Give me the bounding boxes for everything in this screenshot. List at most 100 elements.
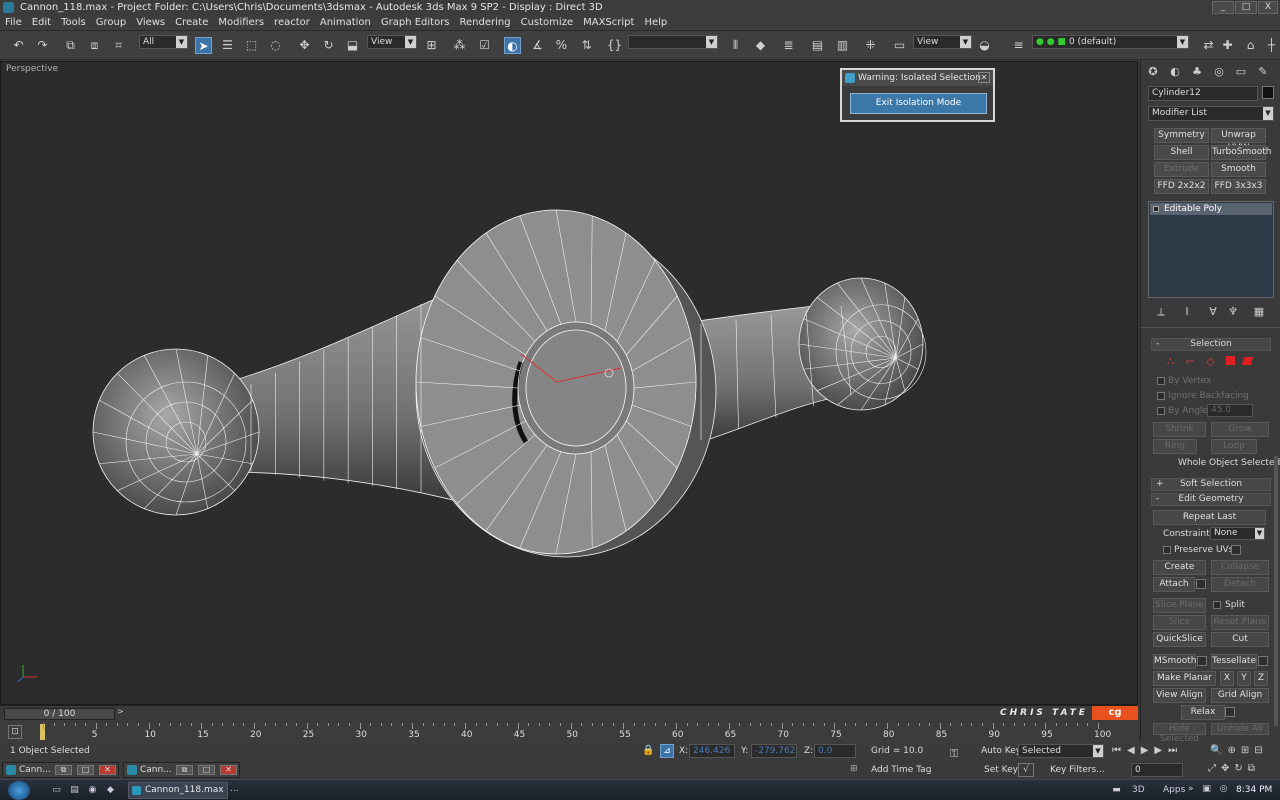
cut-button[interactable]: Cut <box>1211 632 1269 647</box>
make-unique-icon[interactable]: ∀ <box>1205 304 1221 320</box>
shrink-button[interactable]: Shrink <box>1153 422 1206 437</box>
extrude-button[interactable]: Extrude <box>1154 162 1209 177</box>
menu-help[interactable]: Help <box>639 15 672 31</box>
exit-isolation-mode-button[interactable]: Exit Isolation Mode <box>850 93 987 114</box>
minimized-window-1[interactable]: Cann... ⧉ □ ✕ <box>2 762 119 778</box>
auto-key-button[interactable]: Auto Key <box>981 746 1021 756</box>
slice-plane-button[interactable]: Slice Plane <box>1153 598 1206 613</box>
preserve-uvs-checkbox[interactable] <box>1163 546 1171 554</box>
modifier-stack[interactable]: Editable Poly <box>1148 201 1274 298</box>
menu-graph-editors[interactable]: Graph Editors <box>376 15 455 31</box>
cannon-wireframe-model[interactable] <box>1 62 1137 704</box>
key-icon[interactable]: ⚿ <box>950 747 958 761</box>
menu-customize[interactable]: Customize <box>516 15 579 31</box>
layer-tools-icon[interactable]: ⌂ <box>1242 37 1259 54</box>
planar-z-button[interactable]: Z <box>1254 671 1268 686</box>
quickslice-button[interactable]: QuickSlice <box>1153 632 1206 647</box>
detach-button[interactable]: Detach <box>1211 577 1269 592</box>
viewport-nav-controls[interactable]: 🔍⊕⊞⊟ <box>1210 745 1268 756</box>
taskbar-more[interactable]: ... <box>230 784 239 794</box>
window-crossing-icon[interactable]: ◌ <box>267 37 284 54</box>
quick-render-icon[interactable]: ◒ <box>976 37 993 54</box>
time-slider[interactable]: 0 / 100 <box>4 708 115 720</box>
soft-selection-rollout-header[interactable]: + Soft Selection <box>1151 478 1271 491</box>
browser-icon[interactable]: ◉ <box>86 784 99 797</box>
split-checkbox[interactable] <box>1213 601 1221 609</box>
attach-settings-button[interactable] <box>1196 579 1206 589</box>
layer-manager-icon[interactable]: ≣ <box>780 37 797 54</box>
curve-editor-icon[interactable]: ▤ <box>809 37 826 54</box>
set-key-icon[interactable]: √ <box>1018 763 1034 777</box>
viewport-nav-controls-2[interactable]: ⤢✥↻⧉ <box>1208 763 1260 774</box>
maximize-icon[interactable]: □ <box>198 765 215 775</box>
close-icon[interactable]: ✕ <box>220 765 237 775</box>
layer-extra-icon[interactable]: ┼ <box>1263 37 1280 54</box>
menu-animation[interactable]: Animation <box>315 15 376 31</box>
restore-icon[interactable]: ⧉ <box>55 765 72 775</box>
object-name-field[interactable]: Cylinder12 <box>1148 86 1258 101</box>
menu-edit[interactable]: Edit <box>27 15 56 31</box>
schematic-view-icon[interactable]: ▥ <box>834 37 851 54</box>
undo-icon[interactable]: ↶ <box>10 37 27 54</box>
menu-tools[interactable]: Tools <box>56 15 91 31</box>
hierarchy-tab-icon[interactable]: ♣ <box>1189 64 1205 80</box>
constraints-dropdown[interactable]: None ▼ <box>1210 527 1265 540</box>
render-view-dropdown[interactable]: View ▼ <box>913 35 972 49</box>
panel-scrollbar[interactable] <box>1274 456 1278 726</box>
display-tab-icon[interactable]: ▭ <box>1233 64 1249 80</box>
grid-align-button[interactable]: Grid Align <box>1211 688 1269 703</box>
spinner-snap-icon[interactable]: ⇅ <box>578 37 595 54</box>
grow-button[interactable]: Grow <box>1211 422 1269 437</box>
object-color-swatch[interactable] <box>1262 86 1274 99</box>
configure-sets-icon[interactable]: ▦ <box>1251 304 1267 320</box>
selection-rollout-header[interactable]: - Selection <box>1151 338 1271 351</box>
menu-views[interactable]: Views <box>131 15 170 31</box>
close-button[interactable]: X <box>1258 1 1278 14</box>
rect-region-icon[interactable]: ⬚ <box>243 37 260 54</box>
tray-icons[interactable]: » ▣ ◎ <box>1188 784 1231 794</box>
taskbar-3d-label[interactable]: 3D <box>1132 785 1145 795</box>
menu-reactor[interactable]: reactor <box>269 15 315 31</box>
y-coordinate-field[interactable]: -279.762 <box>751 744 797 758</box>
select-object-icon[interactable]: ➤ <box>195 37 212 54</box>
keyboard-shortcut-icon[interactable]: ☑ <box>476 37 493 54</box>
material-editor-icon[interactable]: ⁜ <box>862 37 879 54</box>
modify-tab-icon[interactable]: ◐ <box>1167 64 1183 80</box>
relax-settings-button[interactable] <box>1225 707 1235 717</box>
absolute-mode-icon[interactable]: ⊿ <box>660 744 674 758</box>
edit-geometry-rollout-header[interactable]: - Edit Geometry <box>1151 493 1271 506</box>
explorer-icon[interactable]: ▤ <box>68 784 81 797</box>
move-icon[interactable]: ✥ <box>296 37 313 54</box>
preserve-uvs-settings-button[interactable] <box>1231 545 1241 555</box>
pin-stack-icon[interactable]: ⟂ <box>1153 304 1169 320</box>
redo-icon[interactable]: ↷ <box>34 37 51 54</box>
angle-spinner[interactable]: 45.0 <box>1207 404 1253 417</box>
ring-button[interactable]: Ring <box>1153 439 1197 454</box>
create-layer-icon[interactable]: ✚ <box>1219 37 1236 54</box>
menu-create[interactable]: Create <box>170 15 213 31</box>
tessellate-settings-button[interactable] <box>1258 656 1268 666</box>
current-frame-field[interactable]: 0 <box>1131 763 1183 777</box>
menu-group[interactable]: Group <box>91 15 131 31</box>
planar-x-button[interactable]: X <box>1220 671 1234 686</box>
key-mode-dropdown[interactable]: Selected ▼ <box>1018 744 1104 758</box>
reset-plane-button[interactable]: Reset Plane <box>1211 615 1269 630</box>
ffd-2x2x2-button[interactable]: FFD 2x2x2 <box>1154 179 1209 194</box>
select-link-icon[interactable]: ⧉ <box>62 37 79 54</box>
menu-modifiers[interactable]: Modifiers <box>213 15 269 31</box>
shell-button[interactable]: Shell <box>1154 145 1209 160</box>
next-frame-arrow-icon[interactable]: > <box>117 707 127 719</box>
collapse-button[interactable]: Collapse <box>1211 560 1269 575</box>
restore-icon[interactable]: ⧉ <box>176 765 193 775</box>
minimized-window-2[interactable]: Cann... ⧉ □ ✕ <box>123 762 240 778</box>
scale-icon[interactable]: ⬓ <box>344 37 361 54</box>
add-time-tag-button[interactable]: Add Time Tag <box>871 765 931 775</box>
turbosmooth-button[interactable]: TurboSmooth <box>1211 145 1271 160</box>
loop-button[interactable]: Loop <box>1211 439 1257 454</box>
key-filters-button[interactable]: Key Filters... <box>1050 765 1105 775</box>
show-end-result-icon[interactable]: Ι <box>1179 304 1195 320</box>
select-by-name-icon[interactable]: ☰ <box>219 37 236 54</box>
symmetry-button[interactable]: Symmetry <box>1154 128 1209 143</box>
align-icon[interactable]: ◆ <box>752 37 769 54</box>
mirror-icon[interactable]: ⫴ <box>727 37 744 54</box>
